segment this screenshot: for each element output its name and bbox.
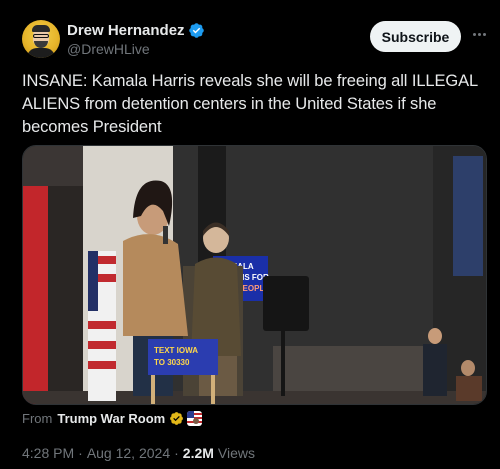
verified-badge-icon [188,23,204,38]
more-options-icon[interactable] [470,24,488,44]
meta-separator-2: · [174,445,179,461]
tweet-time[interactable]: 4:28 PM [22,445,74,461]
from-label: From [22,411,53,426]
source-account-link[interactable]: Trump War Room [57,411,165,426]
tweet-date[interactable]: Aug 12, 2024 [87,445,170,461]
source-attribution: From Trump War Room [22,411,203,426]
gold-verified-badge-icon [170,412,184,425]
podium-sign-line-2: TO 30330 [154,358,190,367]
video-frame: KAMALA HARRIS FOR THE PEOPLE TEXT IOWA T… [23,146,486,404]
author-name-row[interactable]: Drew Hernandez [67,22,205,39]
speaker [263,276,309,331]
meta-separator: · [78,445,83,461]
tweet-text: INSANE: Kamala Harris reveals she will b… [22,72,478,136]
podium-sign [148,339,218,375]
previous-tweet-edge [70,0,130,2]
views-label: Views [217,445,255,461]
tweet-metadata: 4:28 PM · Aug 12, 2024 · 2.2M Views [22,445,255,461]
podium-sign-line-1: TEXT IOWA [154,346,198,355]
tweet-media-video[interactable]: KAMALA HARRIS FOR THE PEOPLE TEXT IOWA T… [22,145,487,405]
author-handle[interactable]: @DrewHLive [67,41,150,57]
avatar[interactable] [22,20,60,58]
author-display-name[interactable]: Drew Hernandez [67,22,185,39]
views-count[interactable]: 2.2M [183,445,214,461]
subscribe-button[interactable]: Subscribe [370,21,461,52]
affiliate-flag-icon [187,411,203,426]
tweet-header: Drew Hernandez @DrewHLive Subscribe [22,18,488,62]
